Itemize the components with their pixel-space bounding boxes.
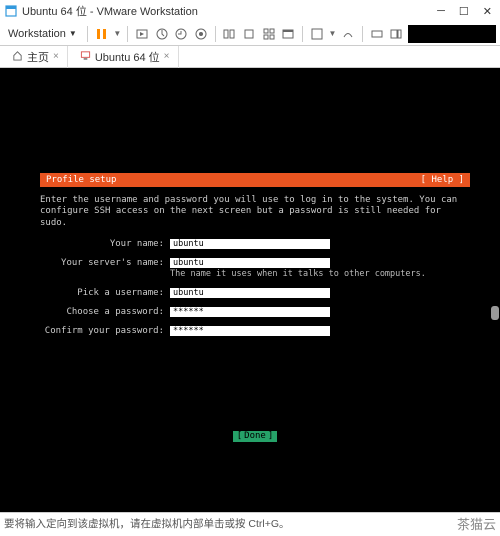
close-button[interactable]: ✕ [483, 5, 492, 18]
tab-vm[interactable]: Ubuntu 64 位 × [72, 46, 179, 68]
window-titlebar: Ubuntu 64 位 - VMware Workstation ─ ☐ ✕ [0, 0, 500, 22]
label-confirm-password: Confirm your password: [40, 326, 170, 336]
library-icon[interactable] [389, 26, 405, 42]
installer-screen: Profile setup [ Help ] Enter the usernam… [40, 173, 470, 442]
home-icon [12, 50, 23, 64]
header-title: Profile setup [46, 175, 116, 185]
monitor-icon [80, 50, 91, 64]
label-your-name: Your name: [40, 239, 170, 249]
chevron-down-icon: ▼ [69, 29, 77, 38]
label-password: Choose a password: [40, 307, 170, 317]
snapshot-manager-icon[interactable] [193, 26, 209, 42]
workstation-menu[interactable]: Workstation ▼ [4, 26, 81, 42]
vm-console[interactable]: Profile setup [ Help ] Enter the usernam… [0, 68, 500, 512]
stretch-icon[interactable] [369, 26, 385, 42]
row-confirm-password: Confirm your password: ****** [40, 326, 470, 336]
input-password[interactable]: ****** [170, 307, 330, 317]
status-message: 要将输入定向到该虚拟机，请在虚拟机内部单击或按 Ctrl+G。 [4, 516, 457, 531]
row-password: Choose a password: ****** [40, 307, 470, 317]
unity-icon[interactable] [340, 26, 356, 42]
input-server-name[interactable]: ubuntu [170, 258, 330, 268]
row-username: Pick a username: ubuntu [40, 288, 470, 298]
hint-server-name: The name it uses when it talks to other … [170, 269, 470, 279]
snapshot-revert-icon[interactable] [173, 26, 189, 42]
watermark: 茶猫云 [457, 514, 496, 533]
window-controls: ─ ☐ ✕ [437, 5, 492, 18]
chevron-down-icon[interactable]: ▼ [113, 29, 121, 38]
done-button[interactable]: Done [233, 431, 278, 442]
status-bar: 要将输入定向到该虚拟机，请在虚拟机内部单击或按 Ctrl+G。 茶猫云 [0, 512, 500, 534]
help-link[interactable]: [ Help ] [421, 175, 464, 185]
input-your-name[interactable]: ubuntu [170, 239, 330, 249]
separator [302, 26, 303, 42]
maximize-button[interactable]: ☐ [459, 5, 469, 18]
separator [87, 26, 88, 42]
label-username: Pick a username: [40, 288, 170, 298]
separator [215, 26, 216, 42]
chevron-down-icon[interactable]: ▼ [329, 29, 337, 38]
installer-description: Enter the username and password you will… [40, 195, 470, 229]
close-tab-icon[interactable]: × [164, 51, 170, 62]
input-username[interactable]: ubuntu [170, 288, 330, 298]
scrollbar-thumb[interactable] [491, 306, 499, 320]
label-server-name: Your server's name: [40, 258, 170, 268]
row-your-name: Your name: ubuntu [40, 239, 470, 249]
play-pause-icon[interactable] [94, 26, 110, 42]
view-console-icon[interactable] [280, 26, 296, 42]
tab-home[interactable]: 主页 × [4, 46, 68, 68]
window-title: Ubuntu 64 位 - VMware Workstation [22, 3, 437, 19]
send-input-icon[interactable] [134, 26, 150, 42]
installer-header: Profile setup [ Help ] [40, 173, 470, 187]
row-server-name: Your server's name: ubuntu The name it u… [40, 258, 470, 279]
layout-tile-icon[interactable] [222, 26, 238, 42]
minimize-button[interactable]: ─ [437, 5, 445, 18]
separator [362, 26, 363, 42]
blacked-region [408, 25, 496, 43]
app-icon [4, 4, 18, 18]
input-confirm-password[interactable]: ****** [170, 326, 330, 336]
tab-bar: 主页 × Ubuntu 64 位 × [0, 46, 500, 68]
fullscreen-icon[interactable] [309, 26, 325, 42]
snapshot-icon[interactable] [154, 26, 170, 42]
separator [127, 26, 128, 42]
close-tab-icon[interactable]: × [53, 51, 59, 62]
layout-thumb-icon[interactable] [261, 26, 277, 42]
done-row: Done [40, 431, 470, 442]
layout-single-icon[interactable] [241, 26, 257, 42]
main-toolbar: Workstation ▼ ▼ ▼ [0, 22, 500, 46]
